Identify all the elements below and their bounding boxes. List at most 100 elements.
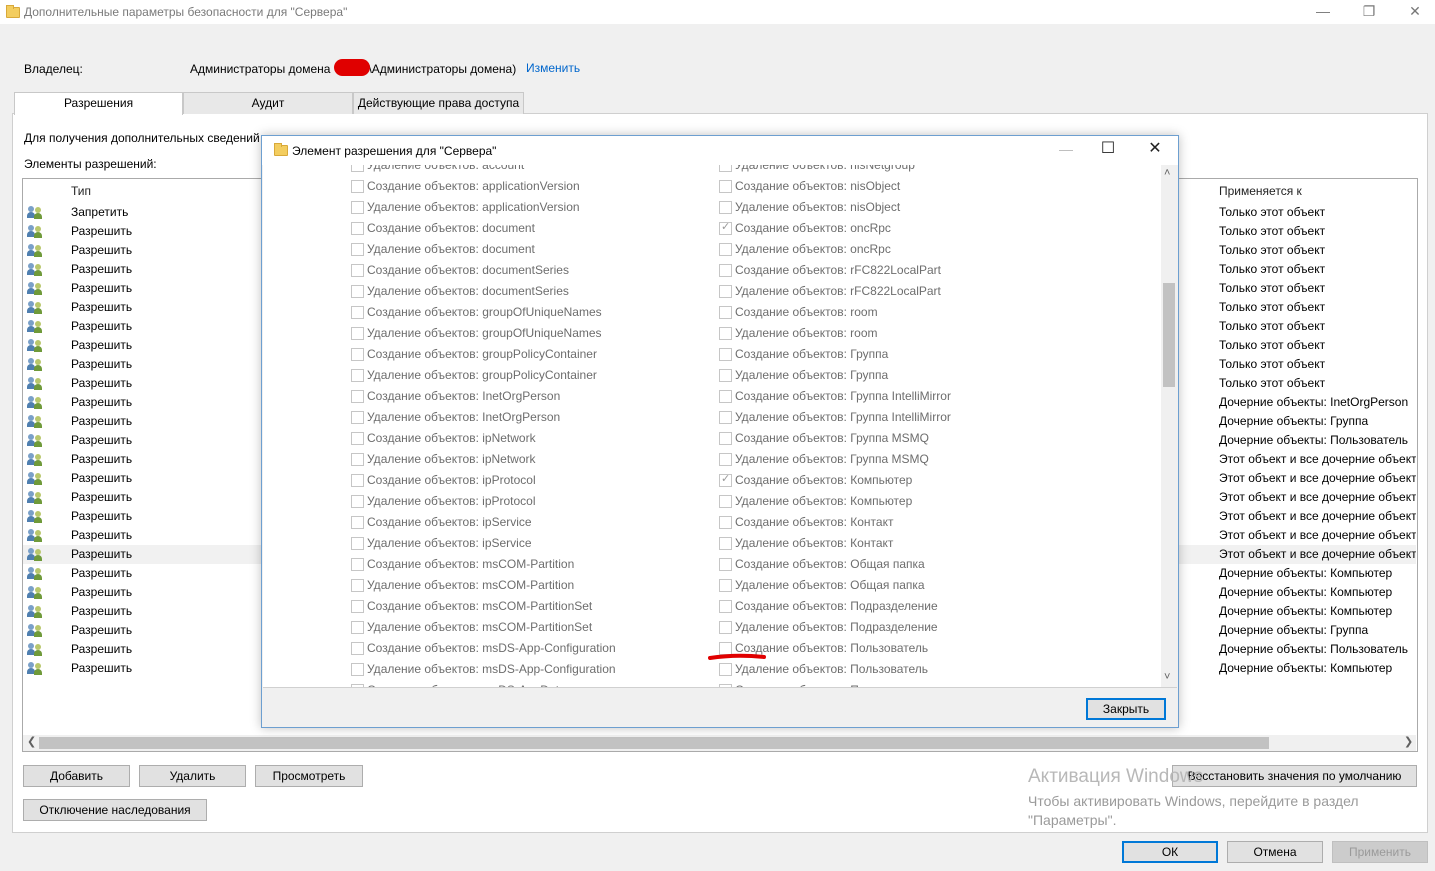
permission-checkbox-item[interactable]: Удаление объектов: account — [351, 165, 691, 176]
checkbox[interactable] — [351, 663, 364, 676]
dialog-vertical-scrollbar[interactable]: ˄ ˅ — [1161, 165, 1177, 687]
checkbox[interactable] — [719, 327, 732, 340]
apply-button[interactable]: Применить — [1332, 841, 1428, 863]
scroll-up-icon[interactable]: ˄ — [1164, 167, 1170, 179]
checkbox[interactable] — [719, 472, 732, 487]
permission-checkbox-item[interactable]: Удаление объектов: msDS-App-Configuratio… — [351, 659, 691, 680]
permission-checkbox-item[interactable]: Удаление объектов: Группа IntelliMirror — [719, 407, 1059, 428]
permission-checkbox-item[interactable]: Создание объектов: msCOM-PartitionSet — [351, 596, 691, 617]
permission-checkbox-item[interactable]: Удаление объектов: groupOfUniqueNames — [351, 323, 691, 344]
checkbox[interactable] — [719, 306, 732, 319]
checkbox[interactable] — [351, 390, 364, 403]
remove-button[interactable]: Удалить — [139, 765, 246, 787]
dialog-scroll-thumb[interactable] — [1163, 283, 1175, 387]
permission-checkbox-item[interactable]: Создание объектов: Группа MSMQ — [719, 428, 1059, 449]
permission-checkbox-item[interactable]: Удаление объектов: InetOrgPerson — [351, 407, 691, 428]
scroll-right-icon[interactable]: ❯ — [1404, 735, 1413, 748]
horizontal-scroll-thumb[interactable] — [39, 737, 1269, 749]
permission-checkbox-item[interactable]: Создание объектов: documentSeries — [351, 260, 691, 281]
scroll-down-icon[interactable]: ˅ — [1164, 671, 1170, 683]
permission-checkbox-item[interactable]: Создание объектов: Контакт — [719, 512, 1059, 533]
permission-checkbox-item[interactable]: Создание объектов: ipNetwork — [351, 428, 691, 449]
tab-effective-access[interactable]: Действующие права доступа — [353, 92, 524, 114]
checkbox[interactable] — [351, 642, 364, 655]
dialog-minimize-button[interactable]: — — [1043, 138, 1089, 162]
checkbox[interactable] — [719, 348, 732, 361]
scroll-left-icon[interactable]: ❮ — [27, 735, 36, 748]
permission-checkbox-item[interactable]: Удаление объектов: documentSeries — [351, 281, 691, 302]
permission-checkbox-item[interactable]: Создание объектов: Пользователь — [719, 638, 1059, 659]
checkbox[interactable] — [719, 165, 732, 172]
tab-permissions[interactable]: Разрешения — [14, 92, 183, 115]
permission-checkbox-item[interactable]: Удаление объектов: rFC822LocalPart — [719, 281, 1059, 302]
permission-checkbox-item[interactable]: Создание объектов: InetOrgPerson — [351, 386, 691, 407]
permission-checkbox-item[interactable]: Удаление объектов: Общая папка — [719, 575, 1059, 596]
permission-checkbox-item[interactable]: Создание объектов: oncRpc — [719, 218, 1059, 239]
checkbox[interactable] — [719, 285, 732, 298]
permission-checkbox-item[interactable]: Создание объектов: msDS-App-Configuratio… — [351, 638, 691, 659]
checkbox[interactable] — [351, 453, 364, 466]
permission-checkbox-item[interactable]: Удаление объектов: Группа — [719, 365, 1059, 386]
checkbox[interactable] — [719, 495, 732, 508]
checkbox[interactable] — [351, 684, 364, 687]
checkbox[interactable] — [719, 621, 732, 634]
ok-button[interactable]: ОК — [1122, 841, 1218, 863]
checkbox[interactable] — [351, 537, 364, 550]
checkbox[interactable] — [719, 432, 732, 445]
checkbox[interactable] — [719, 600, 732, 613]
permission-checkbox-item[interactable]: Удаление объектов: ipProtocol — [351, 491, 691, 512]
permission-checkbox-item[interactable]: Создание объектов: rFC822LocalPart — [719, 260, 1059, 281]
checkbox[interactable] — [351, 621, 364, 634]
permission-checkbox-item[interactable]: Создание объектов: ipProtocol — [351, 470, 691, 491]
checkbox[interactable] — [719, 390, 732, 403]
disable-inheritance-button[interactable]: Отключение наследования — [23, 799, 207, 821]
checkbox[interactable] — [719, 264, 732, 277]
checkbox[interactable] — [351, 516, 364, 529]
permission-checkbox-item[interactable]: Создание объектов: applicationVersion — [351, 176, 691, 197]
permission-checkbox-item[interactable]: Удаление объектов: nisNetgroup — [719, 165, 1059, 176]
owner-change-link[interactable]: Изменить — [526, 61, 580, 75]
checkbox[interactable] — [719, 684, 732, 687]
permission-checkbox-item[interactable]: Удаление объектов: ipNetwork — [351, 449, 691, 470]
restore-defaults-button[interactable]: Восстановить значения по умолчанию — [1172, 765, 1417, 787]
tab-audit[interactable]: Аудит — [183, 92, 353, 114]
permission-checkbox-item[interactable]: Удаление объектов: Контакт — [719, 533, 1059, 554]
checkbox[interactable] — [719, 180, 732, 193]
permission-checkbox-item[interactable]: Удаление объектов: ipService — [351, 533, 691, 554]
checkbox[interactable] — [719, 558, 732, 571]
checkbox[interactable] — [351, 327, 364, 340]
permission-checkbox-item[interactable]: Удаление объектов: room — [719, 323, 1059, 344]
permission-checkbox-item[interactable]: Создание объектов: Группа — [719, 344, 1059, 365]
permission-checkbox-item[interactable]: Удаление объектов: document — [351, 239, 691, 260]
permission-checkbox-item[interactable]: Создание объектов: groupPolicyContainer — [351, 344, 691, 365]
checkbox[interactable] — [719, 537, 732, 550]
permission-checkbox-item[interactable]: Удаление объектов: groupPolicyContainer — [351, 365, 691, 386]
checkbox[interactable] — [351, 579, 364, 592]
column-header-type[interactable]: Тип — [71, 184, 91, 198]
permission-checkbox-item[interactable]: Удаление объектов: applicationVersion — [351, 197, 691, 218]
permission-checkbox-item[interactable]: Удаление объектов: msCOM-PartitionSet — [351, 617, 691, 638]
checkbox[interactable] — [351, 222, 364, 235]
checkbox[interactable] — [719, 516, 732, 529]
dialog-maximize-button[interactable]: ☐ — [1085, 138, 1131, 162]
permission-checkbox-item[interactable]: Удаление объектов: oncRpc — [719, 239, 1059, 260]
checkbox[interactable] — [719, 369, 732, 382]
checkbox[interactable] — [719, 220, 732, 235]
checkbox[interactable] — [351, 201, 364, 214]
permission-checkbox-item[interactable]: Создание объектов: Группа IntelliMirror — [719, 386, 1059, 407]
permission-checkbox-item[interactable]: Создание объектов: msCOM-Partition — [351, 554, 691, 575]
permission-checkbox-item[interactable]: Создание объектов: Подразделение — [719, 596, 1059, 617]
checkbox[interactable] — [351, 243, 364, 256]
permission-checkbox-item[interactable]: Создание объектов: room — [719, 302, 1059, 323]
permission-checkbox-item[interactable]: Удаление объектов: nisObject — [719, 197, 1059, 218]
permission-checkbox-item[interactable]: Создание объектов: ipService — [351, 512, 691, 533]
permission-checkbox-item[interactable]: Удаление объектов: Подразделение — [719, 617, 1059, 638]
checkbox[interactable] — [719, 663, 732, 676]
checkbox[interactable] — [351, 432, 364, 445]
checkbox[interactable] — [351, 285, 364, 298]
permission-checkbox-item[interactable]: Удаление объектов: Группа MSMQ — [719, 449, 1059, 470]
checkbox[interactable] — [719, 579, 732, 592]
cancel-button[interactable]: Отмена — [1227, 841, 1323, 863]
dialog-close-button[interactable]: Закрыть — [1086, 698, 1166, 720]
permission-checkbox-item[interactable]: Удаление объектов: Пользователь — [719, 659, 1059, 680]
